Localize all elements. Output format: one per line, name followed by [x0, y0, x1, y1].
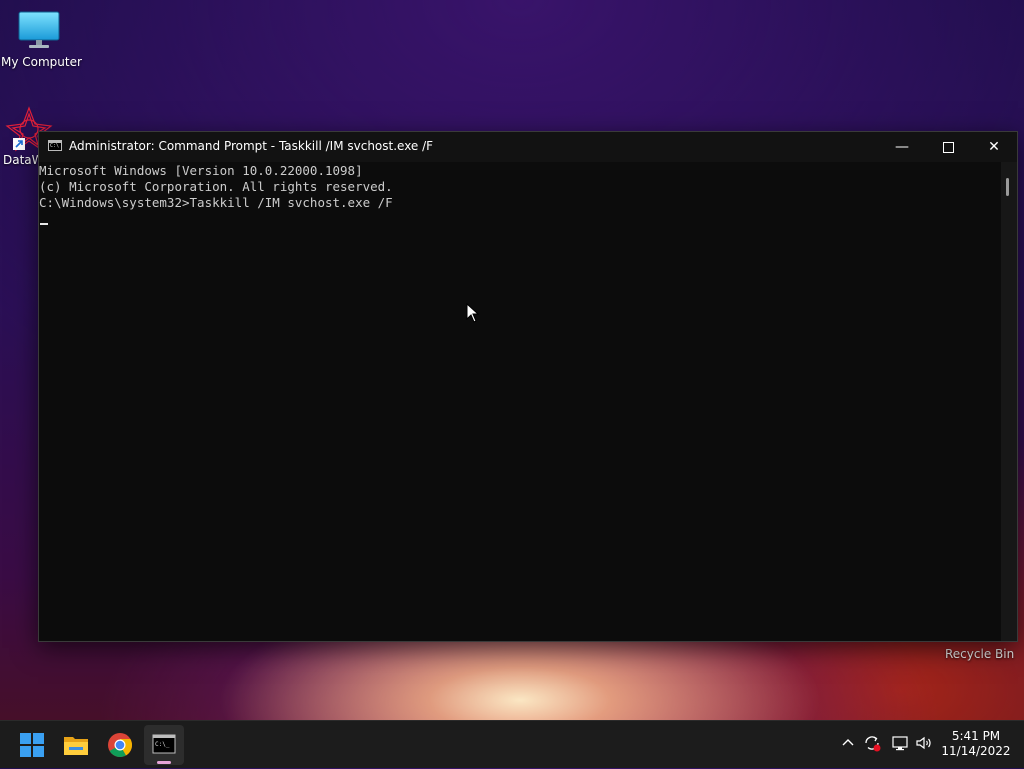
file-explorer-button[interactable]	[56, 725, 96, 765]
mouse-pointer-icon	[466, 303, 480, 323]
window-titlebar[interactable]: Administrator: Command Prompt - Taskkill…	[39, 132, 1017, 162]
command-prompt-icon	[48, 140, 62, 151]
vertical-scrollbar[interactable]	[1001, 162, 1017, 641]
svg-text:C:\_: C:\_	[155, 741, 170, 748]
file-explorer-icon	[64, 737, 88, 755]
chevron-up-icon	[842, 739, 854, 746]
start-button[interactable]	[12, 725, 52, 765]
text-cursor	[40, 223, 48, 225]
chrome-icon	[108, 733, 133, 758]
maximize-button[interactable]	[925, 132, 971, 162]
console-line: C:\Windows\system32>Taskkill /IM svchost…	[39, 195, 393, 210]
close-icon: ✕	[988, 139, 1000, 155]
volume-icon	[916, 736, 931, 750]
minimize-button[interactable]: —	[879, 132, 925, 162]
maximize-icon	[942, 141, 954, 153]
network-icon	[892, 736, 908, 751]
monitor-icon	[18, 11, 60, 48]
desktop-icon-my-computer[interactable]: My Computer	[1, 10, 82, 69]
command-prompt-window[interactable]: Administrator: Command Prompt - Taskkill…	[38, 131, 1018, 642]
clock-date: 11/14/2022	[941, 744, 1011, 758]
active-app-indicator	[157, 761, 171, 764]
taskbar-clock[interactable]: 5:41 PM 11/14/2022	[940, 729, 1012, 759]
chrome-button[interactable]	[100, 725, 140, 765]
console-line: Microsoft Windows [Version 10.0.22000.10…	[39, 163, 363, 178]
desktop-icon-label: My Computer	[1, 55, 82, 69]
show-hidden-icons-button[interactable]	[838, 733, 858, 753]
windows-start-icon	[20, 733, 44, 757]
window-title: Administrator: Command Prompt - Taskkill…	[69, 139, 434, 153]
clock-time: 5:41 PM	[951, 729, 1001, 743]
volume-button[interactable]	[914, 733, 934, 753]
taskbar: C:\_ 5:41 PM 11/14/2022	[0, 720, 1024, 768]
command-prompt-taskbar-button[interactable]: C:\_	[144, 725, 184, 765]
recycle-bin-label[interactable]: Recycle Bin	[945, 647, 1014, 661]
sync-status-button[interactable]	[862, 733, 882, 753]
close-button[interactable]: ✕	[971, 132, 1017, 162]
network-button[interactable]	[890, 733, 910, 753]
console-output[interactable]: Microsoft Windows [Version 10.0.22000.10…	[39, 162, 1001, 641]
command-prompt-icon: C:\_	[152, 734, 176, 754]
minimize-icon: —	[895, 139, 909, 155]
console-line: (c) Microsoft Corporation. All rights re…	[39, 179, 393, 194]
scrollbar-thumb[interactable]	[1006, 178, 1009, 196]
sync-error-icon	[865, 736, 881, 752]
